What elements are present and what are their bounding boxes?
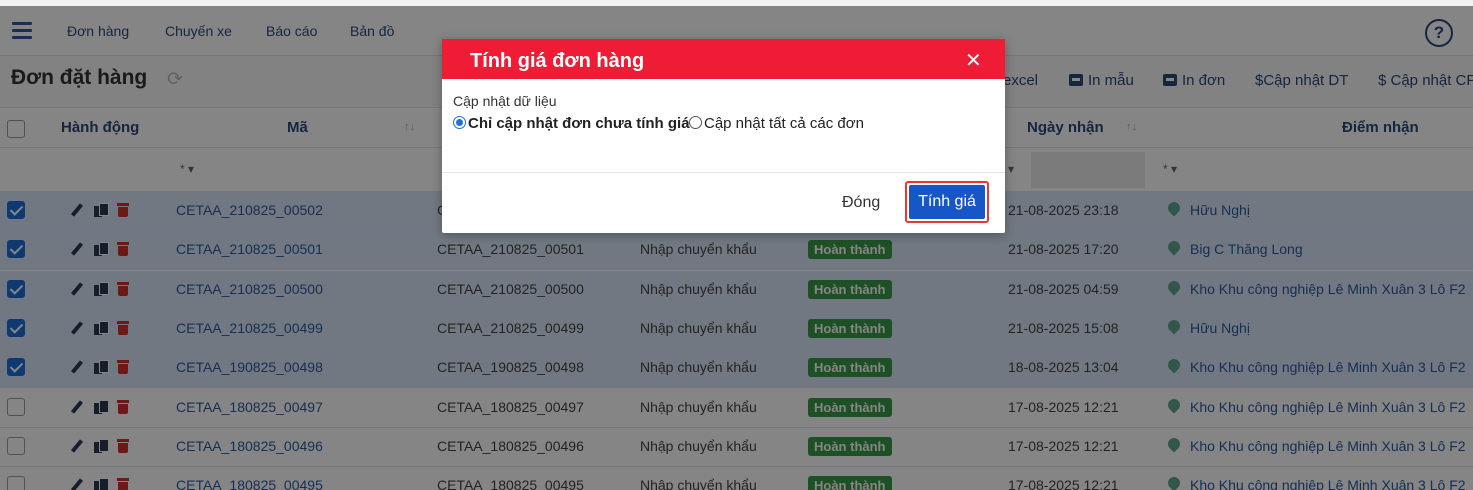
radio-label: Chỉ cập nhật đơn chưa tính giá (468, 115, 690, 132)
radio-all-orders[interactable]: Cập nhật tất cả các đơn (689, 115, 864, 132)
calculate-price-label: Tính giá (909, 185, 985, 219)
dialog-close-button[interactable]: Đóng (842, 194, 880, 212)
close-icon[interactable]: ✕ (965, 48, 982, 73)
radio-button[interactable] (689, 116, 702, 129)
dialog-title: Tính giá đơn hàng (470, 50, 645, 72)
dialog-header: Tính giá đơn hàng ✕ (442, 39, 1005, 79)
dialog-divider (442, 172, 1005, 173)
radio-unpriced-only[interactable]: Chỉ cập nhật đơn chưa tính giá (453, 115, 690, 132)
calculate-price-button[interactable]: Tính giá (905, 181, 989, 223)
radio-label: Cập nhật tất cả các đơn (704, 115, 864, 132)
radio-button-checked[interactable] (453, 116, 466, 129)
price-calc-dialog: Tính giá đơn hàng ✕ Cập nhật dữ liệu Chỉ… (442, 39, 1005, 233)
update-data-label: Cập nhật dữ liệu (453, 93, 557, 109)
